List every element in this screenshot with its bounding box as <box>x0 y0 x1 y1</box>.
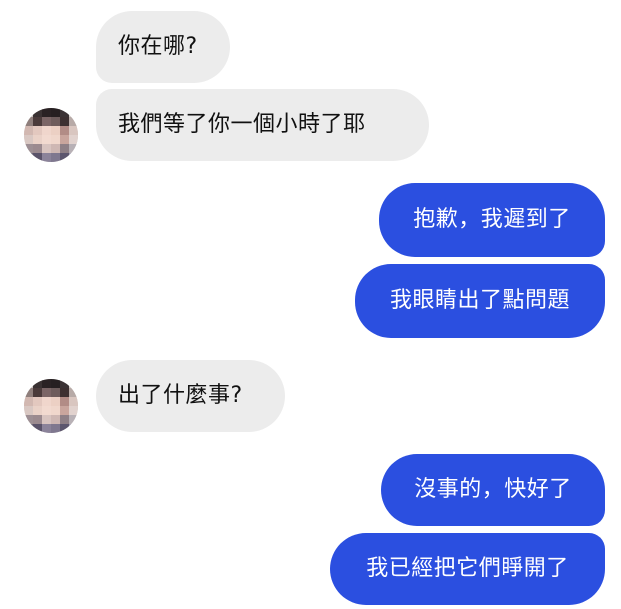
outgoing-message-bubble[interactable]: 我眼睛出了點問題 <box>355 264 605 338</box>
message-text: 沒事的，快好了 <box>414 477 572 502</box>
message-text: 我們等了你一個小時了耶 <box>118 112 366 137</box>
outgoing-message-bubble[interactable]: 我已經把它們睜開了 <box>330 533 605 605</box>
incoming-message-bubble[interactable]: 我們等了你一個小時了耶 <box>96 89 429 161</box>
message-text: 抱歉，我遲到了 <box>413 207 571 232</box>
pixelated-avatar-icon <box>24 108 78 162</box>
contact-avatar[interactable] <box>24 379 78 433</box>
message-text: 你在哪? <box>118 34 198 59</box>
outgoing-message-bubble[interactable]: 沒事的，快好了 <box>381 454 605 526</box>
incoming-message-bubble[interactable]: 出了什麼事? <box>96 360 285 432</box>
incoming-message-bubble[interactable]: 你在哪? <box>96 11 230 83</box>
pixelated-avatar-icon <box>24 379 78 433</box>
chat-thread: 你在哪? 我們等了你一個小時了耶 抱歉，我遲到了 我眼睛出了點問題 出了什麼事?… <box>0 0 621 609</box>
outgoing-message-bubble[interactable]: 抱歉，我遲到了 <box>379 183 605 257</box>
message-text: 我眼睛出了點問題 <box>389 288 570 313</box>
message-text: 我已經把它們睜開了 <box>366 556 569 581</box>
message-text: 出了什麼事? <box>118 383 243 408</box>
contact-avatar[interactable] <box>24 108 78 162</box>
